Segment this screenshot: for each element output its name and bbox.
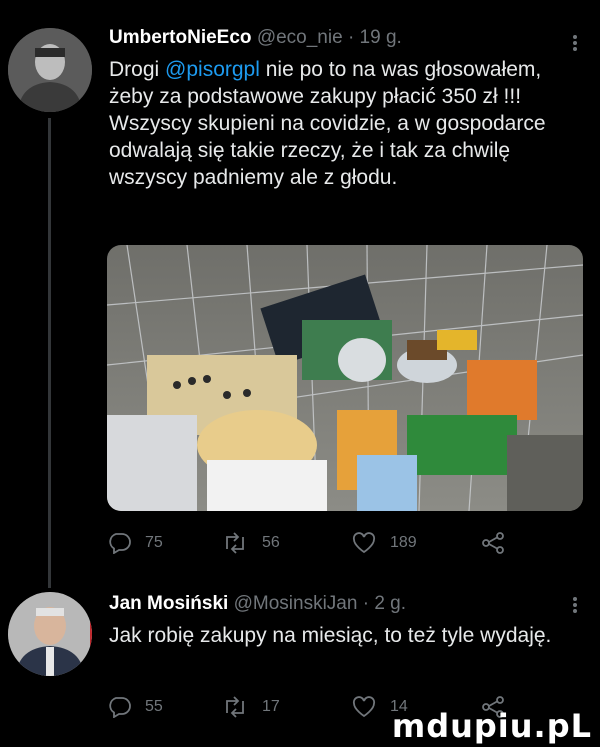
more-icon[interactable] bbox=[572, 34, 578, 52]
retweet-button[interactable]: 17 bbox=[222, 696, 280, 718]
tweet-text: Jak robię zakupy na miesiąc, to też tyle… bbox=[109, 624, 552, 647]
reply-icon bbox=[109, 697, 131, 718]
avatar[interactable] bbox=[8, 592, 92, 676]
tweet-1[interactable]: UmbertoNieEco @eco_nie · 19 g. Drogi @pi… bbox=[0, 0, 600, 590]
like-count: 189 bbox=[390, 534, 417, 551]
share-icon bbox=[482, 532, 504, 554]
tweet-text: Drogi @pisorgpl nie po to na was głosowa… bbox=[109, 56, 579, 191]
heart-icon bbox=[352, 696, 376, 718]
separator: · bbox=[362, 593, 370, 614]
avatar[interactable] bbox=[8, 28, 92, 112]
more-icon[interactable] bbox=[572, 596, 578, 614]
reply-button[interactable]: 55 bbox=[107, 696, 163, 718]
reply-count: 75 bbox=[145, 534, 163, 551]
tweet-image-shopping-cart[interactable] bbox=[107, 245, 583, 511]
reply-icon bbox=[109, 533, 131, 554]
tweet-text-prefix: Drogi bbox=[109, 58, 166, 81]
retweet-button[interactable]: 56 bbox=[222, 532, 280, 554]
retweet-icon bbox=[226, 532, 244, 554]
reply-button[interactable]: 75 bbox=[107, 532, 163, 554]
handle[interactable]: @MosinskiJan bbox=[234, 593, 358, 614]
display-name[interactable]: Jan Mosiński bbox=[109, 593, 228, 614]
retweet-count: 56 bbox=[262, 534, 280, 551]
reply-count: 55 bbox=[145, 698, 163, 715]
tweet-header: UmbertoNieEco @eco_nie · 19 g. bbox=[109, 27, 402, 49]
tweet-header: Jan Mosiński @MosinskiJan · 2 g. bbox=[109, 593, 406, 615]
tweet-actions: 75 56 189 bbox=[107, 532, 507, 558]
handle[interactable]: @eco_nie bbox=[257, 27, 343, 48]
heart-icon bbox=[352, 532, 376, 554]
separator: · bbox=[347, 27, 355, 48]
timestamp[interactable]: 2 g. bbox=[374, 593, 406, 614]
retweet-count: 17 bbox=[262, 698, 280, 715]
mention-link[interactable]: @pisorgpl bbox=[165, 58, 260, 81]
display-name[interactable]: UmbertoNieEco bbox=[109, 27, 252, 48]
thread-line bbox=[48, 118, 51, 588]
watermark: mdupiu.pL bbox=[391, 707, 592, 745]
timestamp[interactable]: 19 g. bbox=[360, 27, 402, 48]
share-button[interactable] bbox=[482, 532, 518, 554]
like-button[interactable]: 189 bbox=[352, 532, 417, 554]
retweet-icon bbox=[226, 696, 244, 718]
